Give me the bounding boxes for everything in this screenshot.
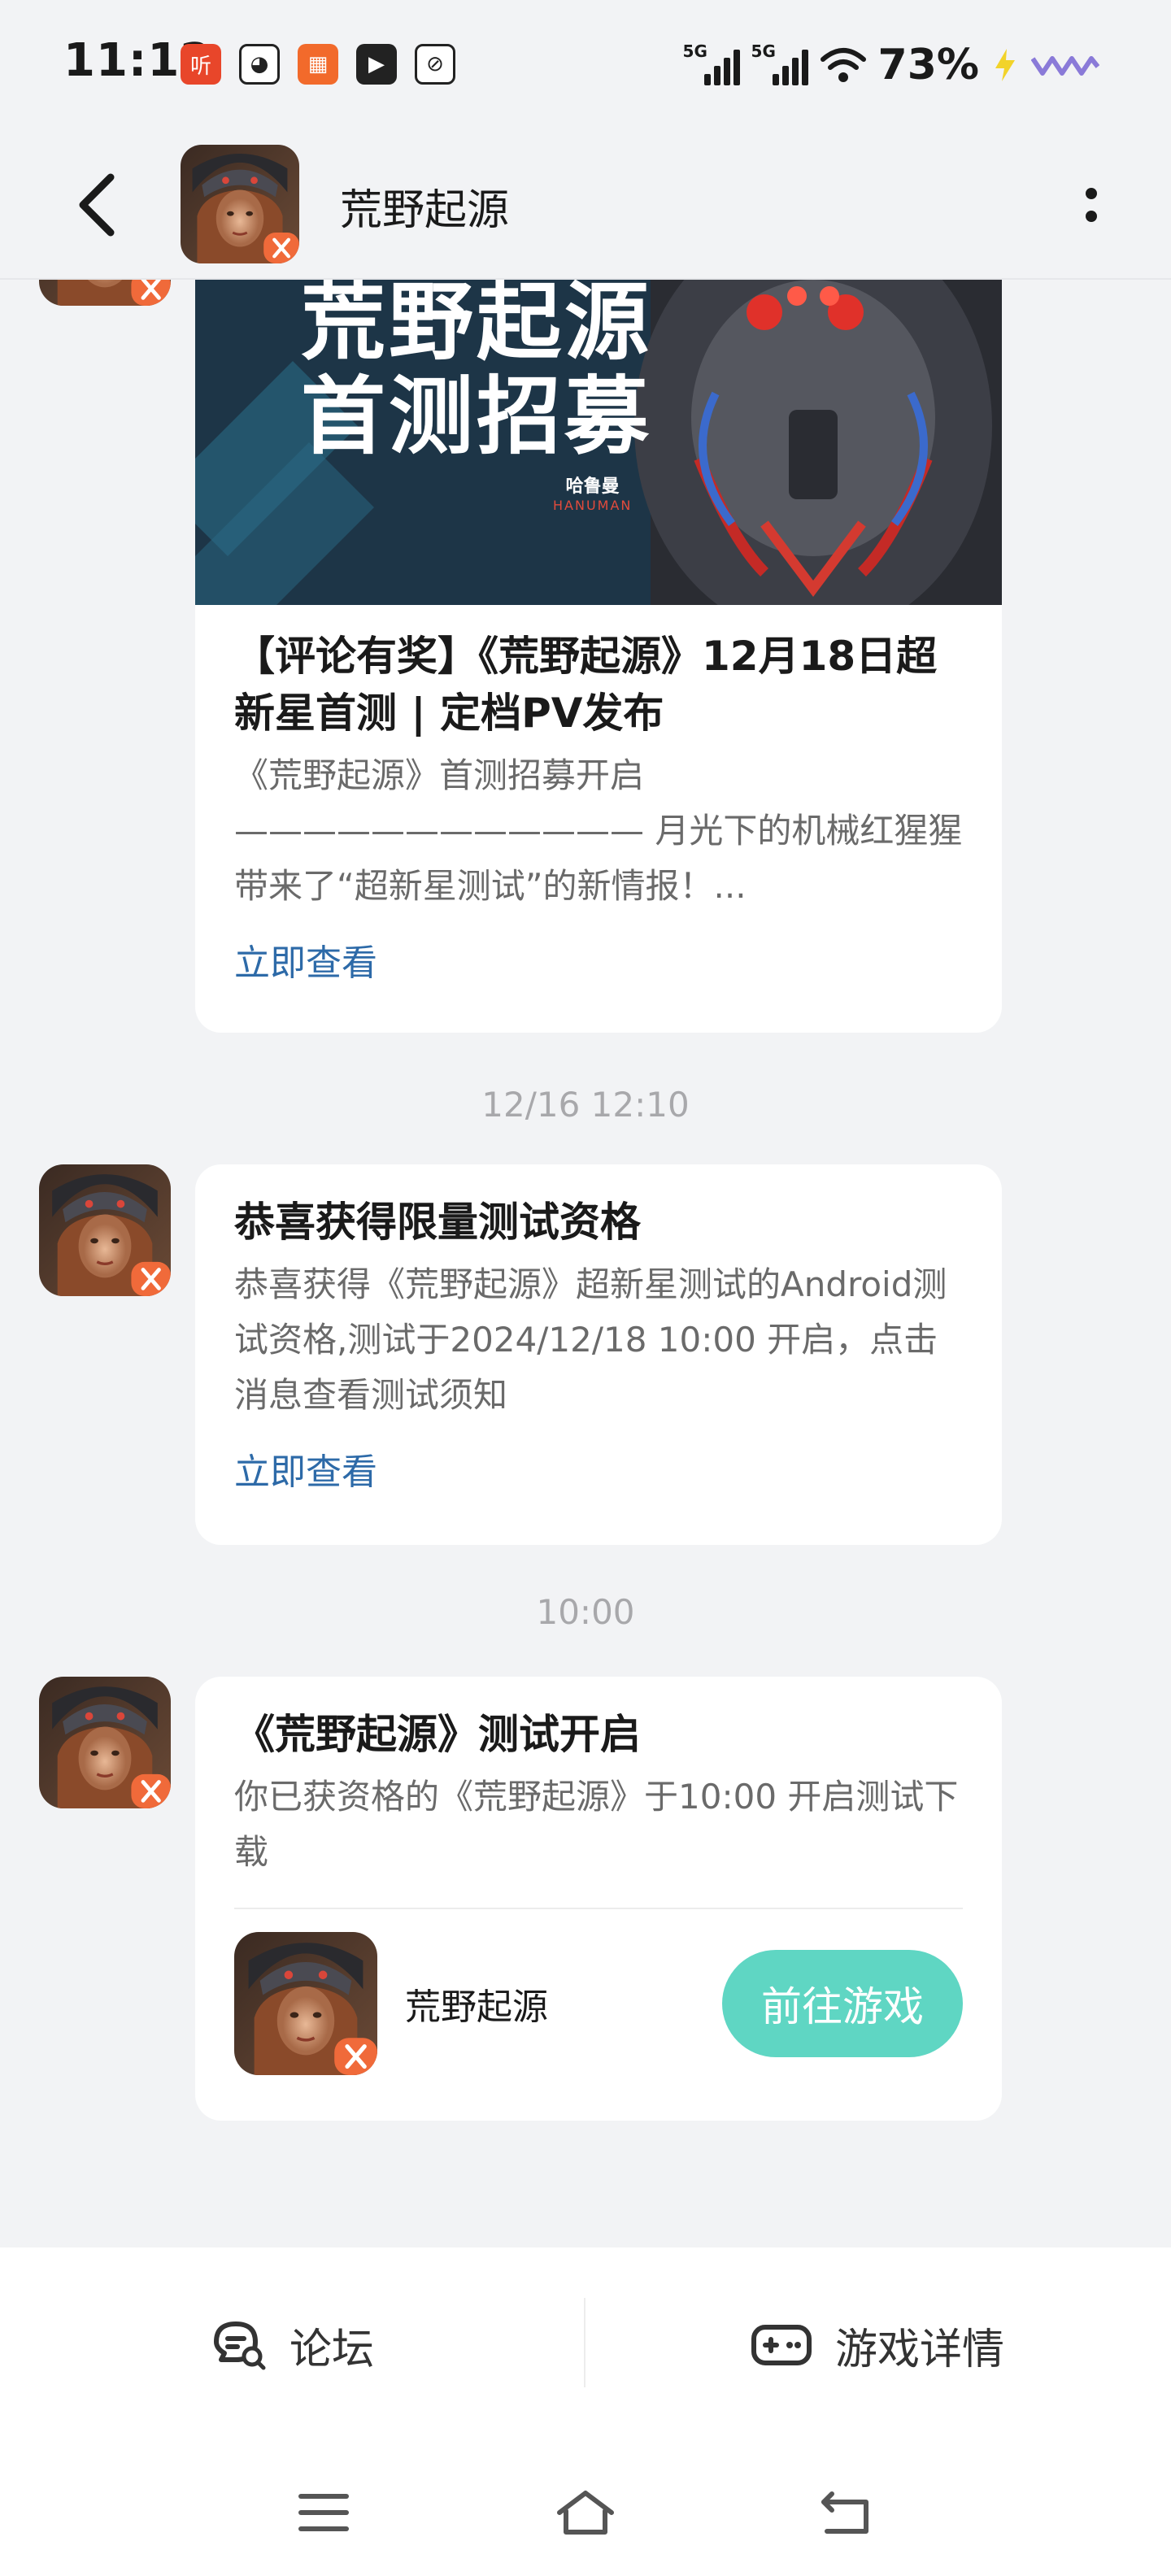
more-dot xyxy=(1086,188,1097,199)
go-to-game-button[interactable]: 前往游戏 xyxy=(722,1950,963,2057)
message-body: 你已获资格的《荒野起源》于10:00 开启测试下载 xyxy=(234,1777,959,1872)
home-nav-button[interactable] xyxy=(545,2472,626,2553)
chevron-left-icon xyxy=(79,173,115,237)
forum-tab[interactable]: 论坛 xyxy=(0,2247,584,2443)
game-entry[interactable]: 荒野起源 前往游戏 xyxy=(234,1932,963,2075)
message-title: 《荒野起源》测试开启 xyxy=(234,1711,641,1758)
game-detail-tab[interactable]: 游戏详情 xyxy=(586,2247,1169,2443)
header-avatar[interactable] xyxy=(181,145,299,263)
grid-app-icon: ▦ xyxy=(298,44,338,85)
wave-icon xyxy=(1031,56,1099,76)
listen-app-icon: 听 xyxy=(181,44,221,85)
home-icon xyxy=(557,2491,614,2535)
chat-header: 荒野起源 xyxy=(0,130,1171,280)
signal-icon: 5G xyxy=(683,41,740,89)
card-divider xyxy=(234,1908,963,1909)
message-body: 《荒野起源》首测招募开启 ———————————— 月光下的机械红猩猩带来了“超… xyxy=(234,755,963,906)
message-title: 恭喜获得限量测试资格 xyxy=(234,1199,641,1246)
back-button[interactable] xyxy=(57,164,138,246)
bottom-action-bar: 论坛 游戏详情 xyxy=(0,2247,1171,2443)
message-body: 恭喜获得《荒野起源》超新星测试的Android测试资格,测试于2024/12/1… xyxy=(234,1264,947,1415)
sender-avatar[interactable] xyxy=(39,1677,171,1808)
menu-icon xyxy=(298,2494,349,2531)
message-card-qualification[interactable]: 恭喜获得限量测试资格 恭喜获得《荒野起源》超新星测试的Android测试资格,测… xyxy=(195,1164,1002,1545)
view-now-link[interactable]: 立即查看 xyxy=(234,933,377,986)
forum-icon xyxy=(213,2321,266,2370)
status-bar: 11:12 听 ◕ ▦ ▶ ⊘ 5G 5G 73% xyxy=(0,0,1171,130)
message-title: 【评论有奖】《荒野起源》12月18日超新星首测 | 定档PV发布 xyxy=(234,633,938,737)
message-timestamp: 12/16 12:10 xyxy=(481,1085,690,1125)
status-app-icons: 听 ◕ ▦ ▶ ⊘ xyxy=(181,44,455,85)
message-list[interactable]: 荒野起源 首测招募 哈鲁曼 HANUMAN 【评论有奖】《荒野起源》12月18日… xyxy=(0,280,1171,2247)
back-nav-button[interactable] xyxy=(807,2472,888,2553)
cat-app-icon: ◕ xyxy=(239,44,280,85)
message-card-announcement[interactable]: 荒野起源 首测招募 哈鲁曼 HANUMAN 【评论有奖】《荒野起源》12月18日… xyxy=(195,280,1002,1033)
banner-headline: 荒野起源 首测招募 xyxy=(301,280,653,466)
view-now-link[interactable]: 立即查看 xyxy=(234,1442,377,1495)
announcement-banner-image: 荒野起源 首测招募 哈鲁曼 HANUMAN xyxy=(195,280,1002,605)
sender-avatar[interactable] xyxy=(39,1164,171,1296)
forum-label: 论坛 xyxy=(289,2325,374,2374)
game-name: 荒野起源 xyxy=(405,1986,548,2028)
wifi-icon xyxy=(820,48,866,82)
leaf-app-icon: ⊘ xyxy=(415,44,455,85)
banner-brand-logo: 哈鲁曼 HANUMAN xyxy=(553,476,633,513)
battery-percent: 73% xyxy=(877,41,979,89)
gamepad-icon xyxy=(751,2325,812,2365)
charging-icon xyxy=(995,49,1015,81)
more-dot xyxy=(1086,211,1097,222)
menu-nav-button[interactable] xyxy=(283,2472,364,2553)
more-options-button[interactable] xyxy=(1051,164,1132,246)
message-card-test-open[interactable]: 《荒野起源》测试开启 你已获资格的《荒野起源》于10:00 开启测试下载 荒野起… xyxy=(195,1677,1002,2121)
play-app-icon: ▶ xyxy=(356,44,397,85)
signal-icon-2: 5G xyxy=(751,41,808,89)
game-icon[interactable] xyxy=(234,1932,377,2075)
status-indicators: 5G 5G 73% xyxy=(683,41,1099,89)
message-timestamp: 10:00 xyxy=(536,1592,635,1632)
page-title: 荒野起源 xyxy=(340,186,510,235)
system-navigation-bar xyxy=(0,2443,1171,2576)
back-icon xyxy=(821,2491,868,2534)
game-detail-label: 游戏详情 xyxy=(834,2325,1004,2374)
sender-avatar[interactable] xyxy=(39,280,171,306)
